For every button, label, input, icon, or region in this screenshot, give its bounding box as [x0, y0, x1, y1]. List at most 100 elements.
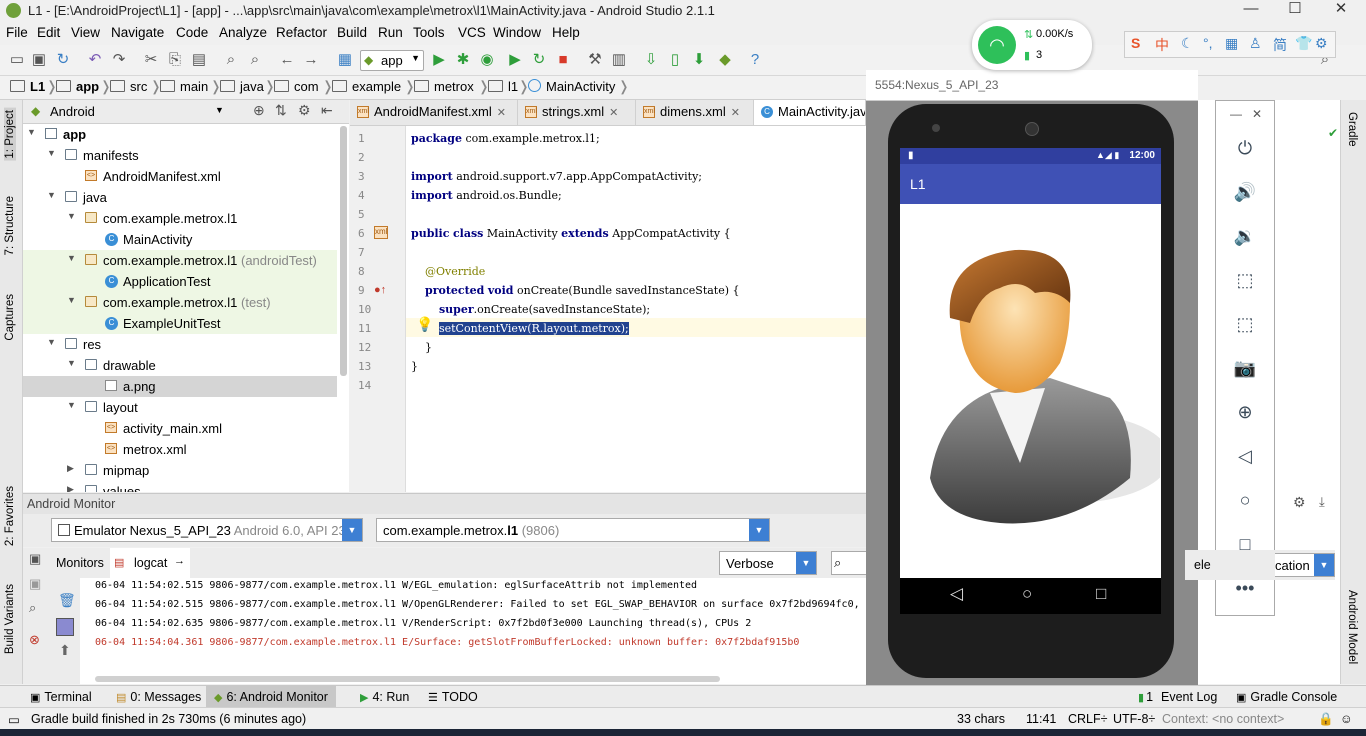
maximize-button[interactable]: ☐ [1272, 0, 1318, 22]
breadcrumb-item[interactable]: MainActivity [528, 79, 615, 94]
chevron-down-icon[interactable]: ▼ [47, 337, 56, 347]
close-icon[interactable]: ✕ [1252, 107, 1262, 121]
apply-changes-icon[interactable]: ↻ [530, 51, 548, 69]
replace-icon[interactable]: ⌕ [246, 51, 264, 69]
status-context[interactable]: Context: <no context> [1162, 712, 1284, 726]
chevron-down-icon[interactable]: ▼ [67, 358, 76, 368]
tool-window-structure[interactable]: 7: Structure [4, 196, 16, 255]
menu-vcs[interactable]: VCS [458, 25, 486, 40]
tab-logcat[interactable]: ▤ logcat → [110, 548, 190, 578]
copy-icon[interactable]: ⎘ [166, 51, 184, 69]
make-project-icon[interactable]: ▦ [336, 51, 354, 69]
tool-window-project[interactable]: 1: Project [4, 108, 16, 161]
code-line[interactable]: } [411, 341, 432, 354]
menu-refactor[interactable]: Refactor [276, 25, 327, 40]
filter-option-partial[interactable]: ele [1194, 558, 1211, 572]
tree-item[interactable]: ▼ com.example.metrox.l1 (androidTest) [23, 250, 337, 271]
moon-icon[interactable]: ☾ [1181, 35, 1194, 52]
status-line-separator[interactable]: CRLF÷ [1068, 712, 1108, 726]
menu-navigate[interactable]: Navigate [111, 25, 164, 40]
home-nav-icon[interactable]: ○ [1022, 584, 1032, 604]
sync-gradle-icon[interactable]: ⇩ [642, 51, 660, 69]
log-line[interactable]: 06-04 11:54:02.515 9806-9877/com.example… [95, 599, 866, 610]
volume-down-icon[interactable]: 🔉 [1232, 223, 1258, 249]
home-icon[interactable]: ○ [1232, 487, 1258, 513]
code-line[interactable]: setContentView(R.layout.metrox); [411, 322, 629, 335]
ime-settings-icon[interactable]: ⚙ [1315, 35, 1328, 52]
log-level-select[interactable]: Verbose ▼ [719, 551, 817, 575]
code-line[interactable]: super.onCreate(savedInstanceState); [411, 303, 650, 316]
rotate-right-icon[interactable]: ⬚ [1232, 311, 1258, 337]
tab-todo[interactable]: ☰ TODO [428, 690, 478, 704]
tree-item[interactable]: ▶ values [23, 481, 337, 492]
gear-icon[interactable]: ⚙ [1293, 494, 1306, 511]
chevron-down-icon[interactable]: ▼ [67, 295, 76, 305]
avd-manager-icon[interactable]: ▯ [666, 51, 684, 69]
recents-nav-icon[interactable]: □ [1096, 584, 1106, 604]
ime-simplified[interactable]: 简 [1273, 35, 1287, 55]
chevron-down-icon[interactable]: ▼ [67, 211, 76, 221]
status-caret-position[interactable]: 11:41 [1026, 712, 1056, 726]
close-icon[interactable]: ✕ [609, 107, 618, 119]
tab-terminal[interactable]: ▣ Terminal [30, 690, 92, 704]
code-line[interactable]: } [411, 360, 418, 373]
project-view-selector[interactable]: Android [50, 104, 95, 119]
undo-icon[interactable]: ↶ [86, 51, 104, 69]
tree-item[interactable]: ▼ com.example.metrox.l1 [23, 208, 337, 229]
tool-window-captures[interactable]: Captures [4, 294, 16, 341]
breadcrumb-item[interactable]: com [274, 79, 319, 94]
find-icon[interactable]: ⌕ [222, 51, 240, 69]
code-line[interactable]: package com.example.metrox.l1; [411, 132, 600, 145]
code-line[interactable]: public class MainActivity extends AppCom… [411, 227, 731, 240]
chevron-down-icon[interactable]: ▼ [67, 253, 76, 263]
filter-select[interactable]: cation ▼ [1275, 553, 1335, 577]
up-arrow-icon[interactable]: ⬆ [59, 642, 71, 659]
code-editor[interactable]: 1 package com.example.metrox.l1; 2 3 import … [350, 126, 866, 492]
stop-icon[interactable]: ■ [554, 51, 572, 69]
run-icon[interactable]: ▶ [430, 51, 448, 69]
punctuation-icon[interactable]: °, [1203, 35, 1213, 51]
menu-edit[interactable]: Edit [37, 25, 60, 40]
chevron-down-icon[interactable]: ▼ [27, 127, 36, 137]
minimize-icon[interactable]: — [1230, 107, 1242, 121]
logcat-output[interactable]: 06-04 11:54:02.515 9806-9877/com.example… [50, 578, 866, 684]
code-line[interactable]: import android.os.Bundle; [411, 189, 562, 202]
back-icon[interactable]: ← [278, 51, 296, 69]
breadcrumb-item[interactable]: src [110, 79, 147, 94]
android-device-monitor-icon[interactable]: ◆ [716, 51, 734, 69]
hide-panel-icon[interactable]: ⤓ [1319, 494, 1325, 510]
breadcrumb-item[interactable]: main [160, 79, 208, 94]
lock-icon[interactable]: 🔒 [1318, 712, 1334, 727]
sync-icon[interactable]: ↻ [54, 51, 72, 69]
code-line[interactable]: protected void onCreate(Bundle savedInst… [411, 284, 740, 297]
menu-view[interactable]: View [71, 25, 100, 40]
tree-item[interactable]: ▼ res [23, 334, 337, 355]
chevron-down-icon[interactable]: ▼ [67, 400, 76, 410]
hide-panel-icon[interactable]: ⇤ [321, 102, 333, 119]
tab-dimens[interactable]: xml dimens.xml ✕ [636, 100, 754, 125]
menu-code[interactable]: Code [176, 25, 208, 40]
tree-item[interactable]: ▶ mipmap [23, 460, 337, 481]
tab-androidmanifest[interactable]: xml AndroidManifest.xml ✕ [350, 100, 518, 125]
menu-tools[interactable]: Tools [413, 25, 445, 40]
gear-icon[interactable]: ⚙ [298, 102, 311, 119]
ime-chinese-mode[interactable]: 中 [1155, 35, 1169, 55]
chevron-right-icon[interactable]: ▶ [67, 463, 74, 474]
collapse-all-icon[interactable]: ⇅ [275, 102, 287, 119]
chevron-down-icon[interactable]: ▼ [215, 105, 224, 115]
chevron-down-icon[interactable]: ▼ [47, 190, 56, 200]
breadcrumb-item[interactable]: L1 [10, 79, 45, 94]
zoom-icon[interactable]: ⊕ [1232, 399, 1258, 425]
camera-icon[interactable]: 📷 [1232, 355, 1258, 381]
project-tree-scrollbar[interactable] [340, 126, 347, 376]
menu-window[interactable]: Window [493, 25, 541, 40]
phone-screen[interactable]: ▮ ▲◢ ▮ 12:00 L1 [900, 148, 1161, 578]
scroll-to-end-icon[interactable] [56, 618, 74, 636]
breadcrumb-item[interactable]: example [332, 79, 401, 94]
tab-mainactivity[interactable]: C MainActivity.java [754, 100, 866, 125]
chevron-down-icon[interactable]: ▼ [47, 148, 56, 158]
tab-run[interactable]: ▶ 4: Run [360, 690, 409, 704]
code-line[interactable]: @Override [411, 265, 485, 278]
rotate-left-icon[interactable]: ⬚ [1232, 267, 1258, 293]
close-button[interactable]: ✕ [1318, 0, 1364, 22]
